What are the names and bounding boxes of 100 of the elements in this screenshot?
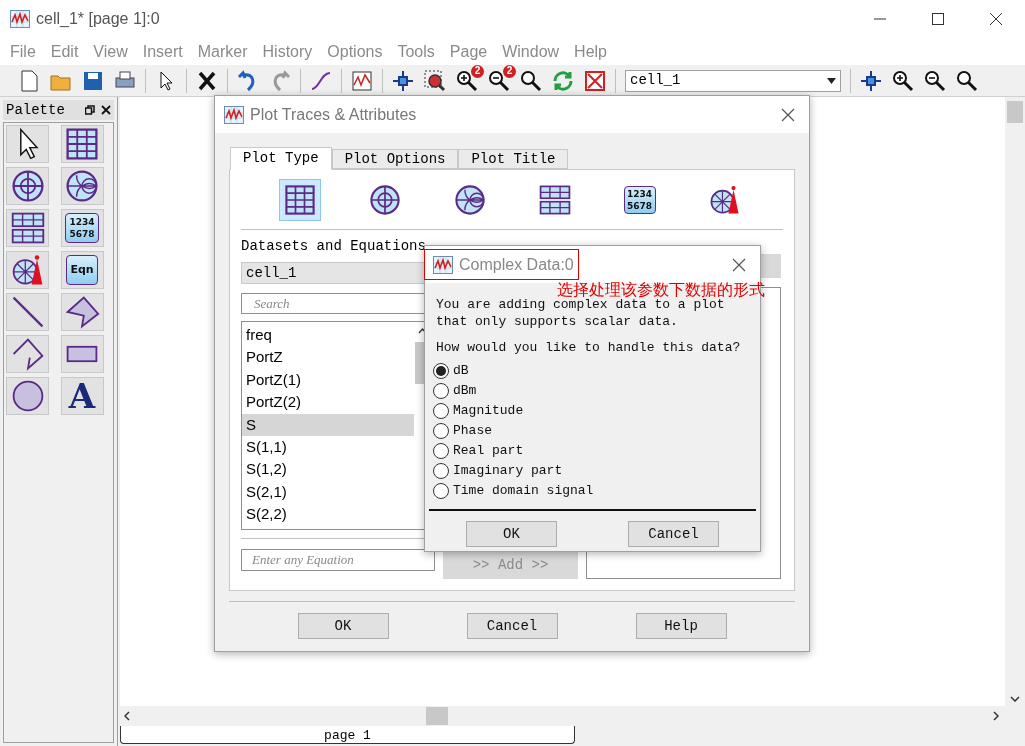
menu-item[interactable]: Insert — [142, 39, 183, 64]
plot-type-option[interactable] — [278, 178, 321, 221]
zoom-out-button[interactable]: 2 — [484, 66, 514, 95]
scroll-right-icon[interactable] — [993, 711, 999, 721]
palette-tool[interactable] — [6, 377, 49, 415]
menu-item[interactable]: History — [262, 39, 313, 64]
list-item[interactable]: S(2,2) — [242, 503, 414, 526]
zoom-out-icon — [487, 68, 511, 93]
palette-tool[interactable] — [60, 335, 104, 373]
stacked-grid-icon — [9, 210, 46, 246]
palette-tool[interactable] — [6, 209, 49, 247]
chart-icon — [224, 105, 244, 124]
refresh-icon — [551, 68, 575, 93]
scrollbar-thumb[interactable] — [1007, 101, 1023, 123]
dialog-button[interactable]: OK — [466, 521, 557, 547]
palette-tool[interactable]: Eqn — [60, 251, 104, 289]
menu-item[interactable]: Page — [449, 39, 488, 64]
chart-icon — [10, 10, 30, 28]
window-title: cell_1* [page 1]:0 — [36, 9, 161, 29]
scrollbar-thumb[interactable] — [426, 707, 448, 725]
radio-option[interactable]: Magnitude — [433, 401, 752, 421]
dialog-title: Complex Data:0 — [459, 254, 574, 275]
palette-tool[interactable]: A — [60, 377, 104, 415]
plot-icon — [350, 68, 374, 93]
equation-icon: Eqn — [66, 255, 98, 285]
list-item[interactable]: freq — [242, 324, 414, 347]
palette-tool[interactable] — [6, 293, 49, 331]
palette-tool[interactable] — [6, 335, 49, 373]
page-tab[interactable]: page 1 — [120, 726, 575, 744]
menu-item[interactable]: Marker — [197, 39, 248, 64]
scroll-left-icon[interactable] — [124, 711, 130, 721]
list-item[interactable]: S — [242, 413, 414, 436]
annotation-text: 选择处理该参数下数据的形式 — [557, 280, 765, 299]
restore-icon — [85, 105, 95, 115]
list-item[interactable]: S(2,1) — [242, 480, 414, 504]
radio-option[interactable]: dB — [433, 361, 752, 381]
palette-tool[interactable] — [60, 167, 104, 205]
list-item[interactable]: PortZ(2) — [242, 391, 414, 414]
polygon-icon — [64, 294, 100, 330]
menu-item[interactable]: Help — [574, 39, 607, 64]
palette-tool[interactable] — [60, 125, 104, 163]
radio-option[interactable]: Phase — [433, 421, 752, 441]
zoom-box-icon — [423, 68, 447, 93]
radio-button[interactable] — [433, 383, 449, 399]
radio-button[interactable] — [433, 463, 449, 479]
close-icon[interactable] — [732, 257, 746, 272]
menu-item[interactable]: Options — [327, 39, 383, 64]
zoom-out-icon — [923, 68, 947, 93]
question-text: How would you like to handle this data? — [435, 339, 742, 356]
radio-option[interactable]: Real part — [433, 441, 752, 461]
message-text: You are adding complex data to a plot — [436, 297, 726, 313]
tab[interactable]: Plot Options — [331, 149, 459, 169]
move-arrows-icon — [859, 68, 883, 93]
polar-grid-icon — [367, 182, 402, 217]
menu-item[interactable]: Window — [502, 39, 560, 64]
scroll-down-icon[interactable] — [1010, 696, 1020, 702]
tab[interactable]: Plot Title — [458, 149, 569, 169]
list-item[interactable]: S(1,2) — [242, 458, 414, 481]
zoom-in-icon — [455, 68, 479, 93]
number-table-icon: 1234 5678 — [623, 185, 656, 214]
list-item[interactable]: PortZ — [242, 346, 414, 369]
smith-chart-icon — [452, 182, 487, 217]
dialog-button[interactable]: Cancel — [628, 521, 719, 547]
palette-tool[interactable] — [60, 293, 104, 331]
chart-icon — [433, 255, 453, 274]
dataset-dropdown[interactable]: cell_1 — [625, 69, 841, 92]
grid-icon — [282, 182, 317, 217]
move-arrows-icon — [391, 68, 415, 93]
plot-type-option[interactable]: 1234 5678 — [618, 178, 661, 221]
close-icon[interactable] — [781, 107, 795, 122]
dialog-title: Plot Traces & Attributes — [250, 104, 418, 125]
radio-button[interactable] — [433, 423, 449, 439]
menu-item[interactable]: View — [93, 39, 128, 64]
radio-option[interactable]: Imaginary part — [433, 461, 752, 481]
equation-field[interactable]: Enter any Equation — [241, 549, 435, 571]
palette-tool[interactable] — [6, 125, 49, 163]
list-item[interactable]: PortZ(1) — [242, 368, 414, 392]
radio-button[interactable] — [433, 403, 449, 419]
radio-option[interactable]: Time domain signal — [433, 481, 752, 501]
radio-option[interactable]: dBm — [433, 381, 752, 401]
tab[interactable]: Plot Type — [230, 147, 332, 170]
menu-item[interactable]: Tools — [397, 39, 435, 64]
message-text: that only supports scalar data. — [436, 313, 679, 330]
palette-tool[interactable] — [6, 167, 49, 205]
list-item[interactable]: S(1,1) — [242, 435, 414, 459]
radio-button[interactable] — [433, 363, 449, 379]
dialog-button[interactable]: OK — [297, 613, 389, 639]
dialog-button[interactable]: Cancel — [466, 613, 558, 639]
smith-chart-icon — [64, 168, 100, 204]
close-icon — [990, 13, 1002, 25]
grid-icon — [64, 126, 100, 162]
close-icon — [101, 105, 111, 115]
zoom-in-button[interactable]: 2 — [452, 66, 482, 95]
caret-icon — [827, 77, 836, 84]
palette-tool[interactable] — [6, 251, 49, 289]
dialog-button[interactable]: Help — [635, 613, 727, 639]
radio-button[interactable] — [433, 483, 449, 499]
zoom-in-icon — [891, 68, 915, 93]
magnifier-icon — [519, 68, 543, 93]
radio-button[interactable] — [433, 443, 449, 459]
